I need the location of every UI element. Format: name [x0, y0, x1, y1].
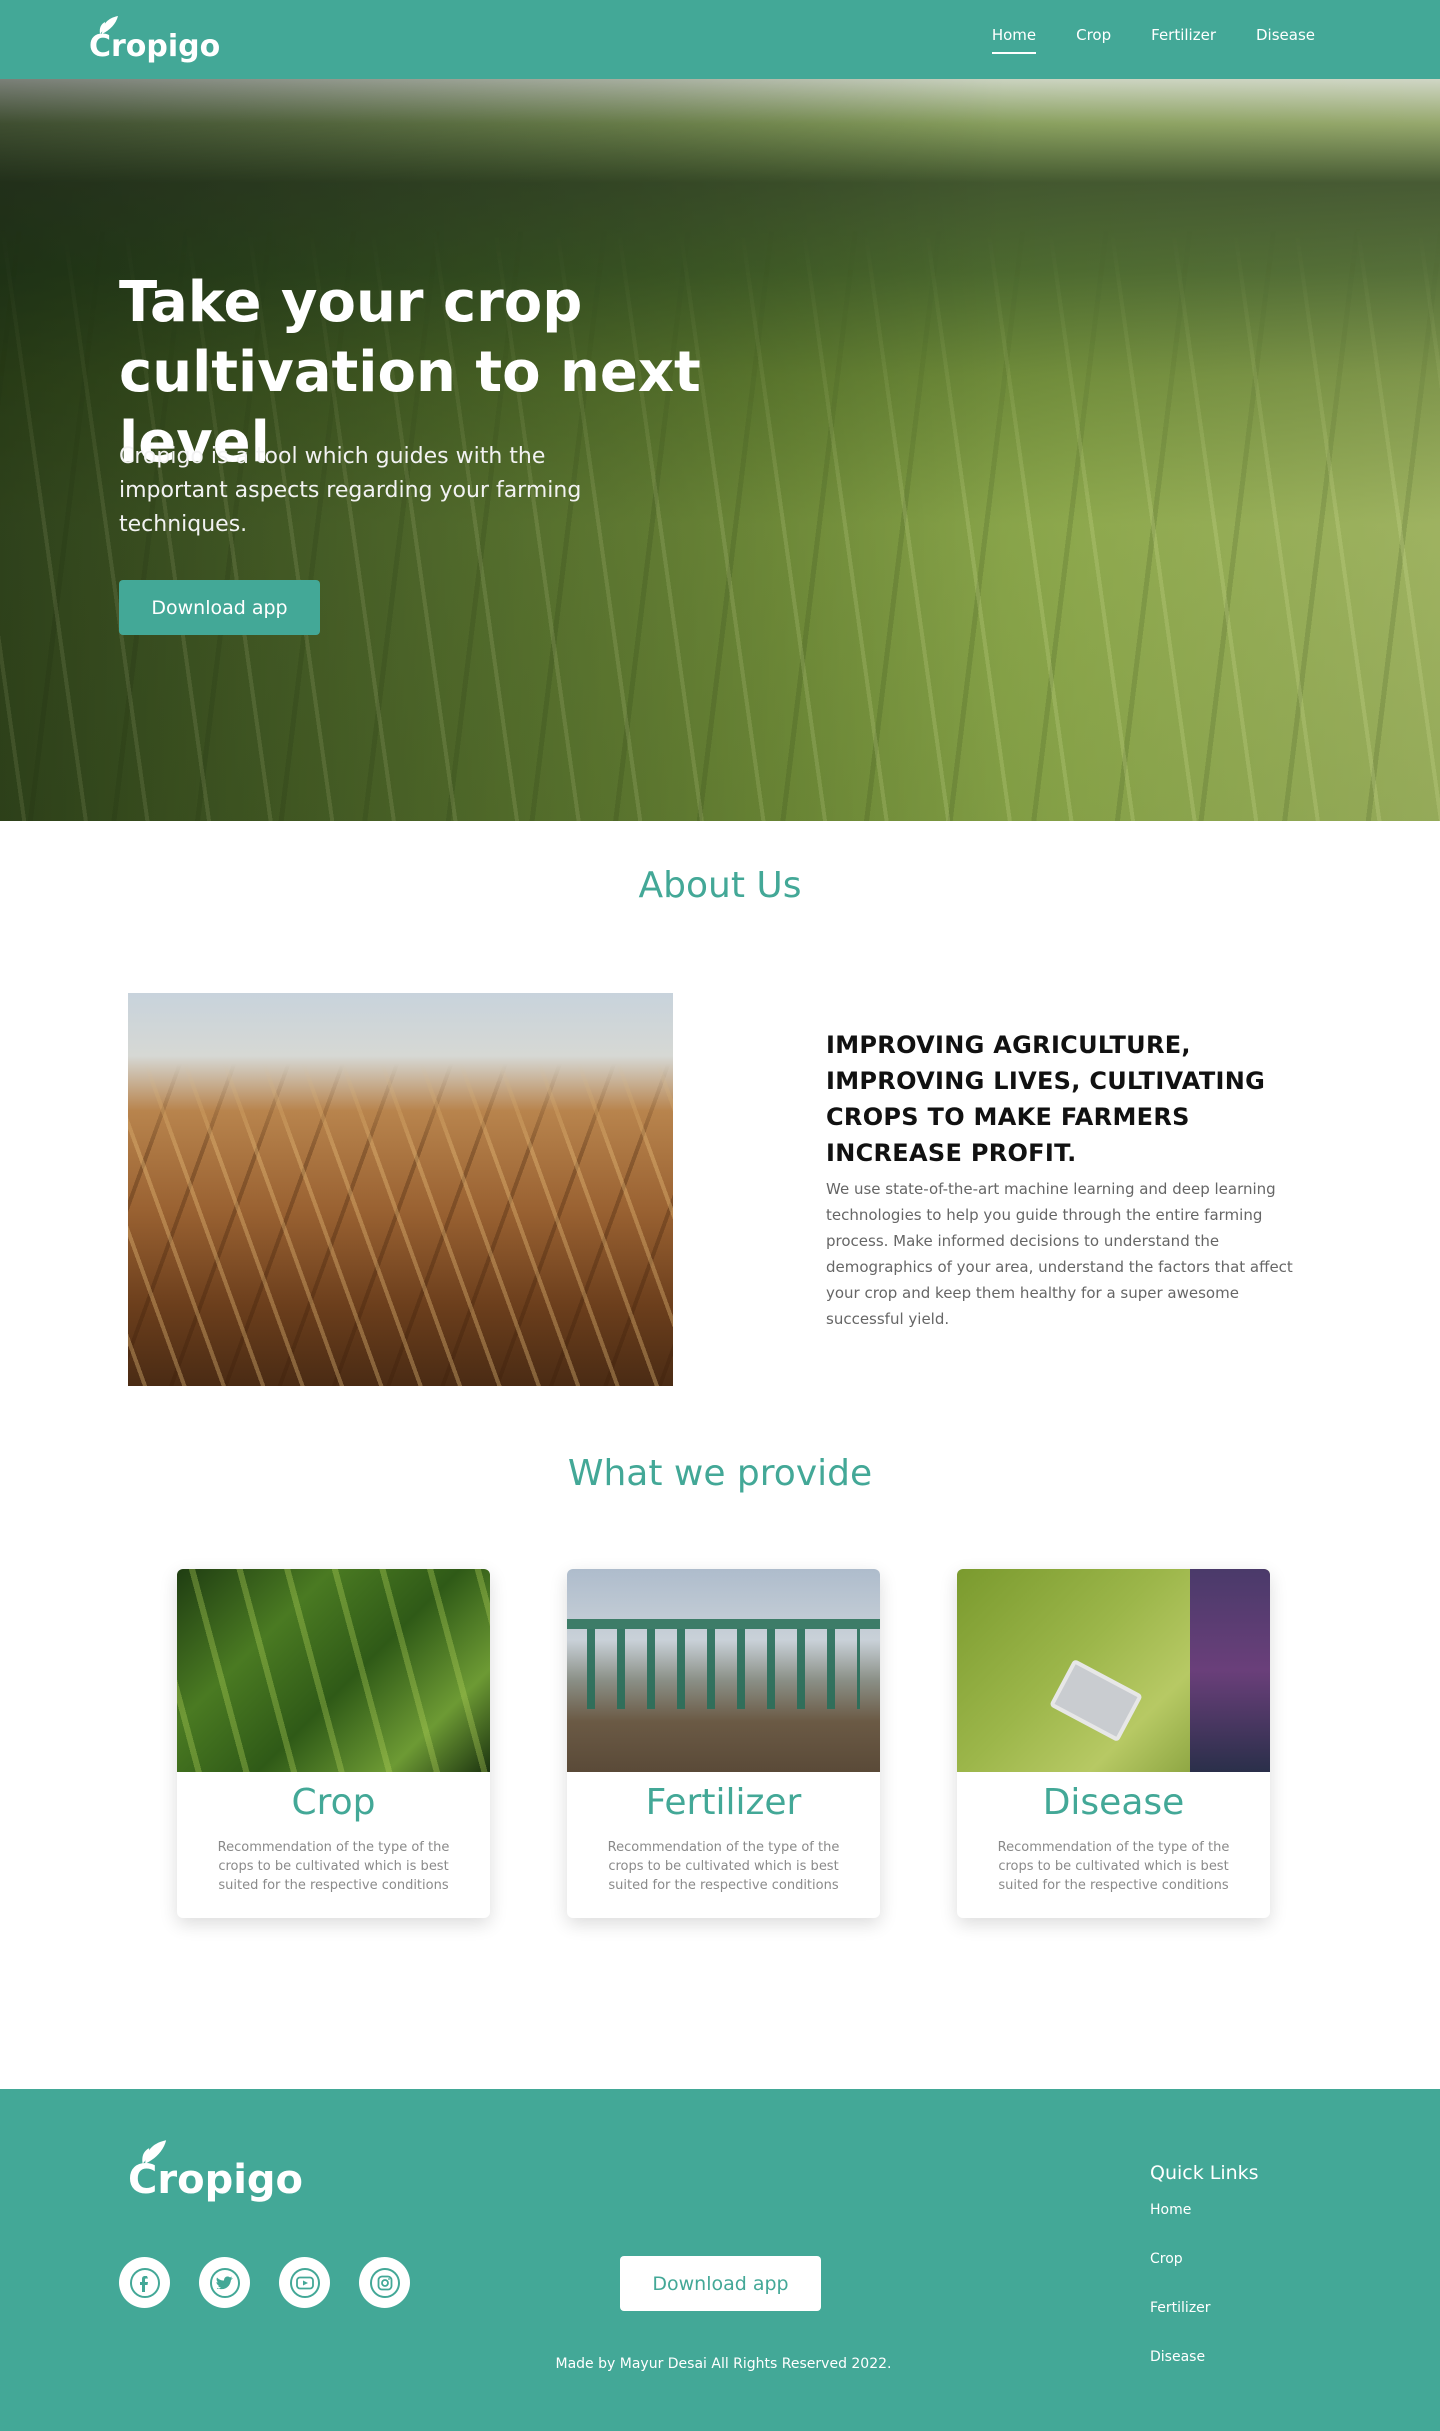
quick-links-title: Quick Links	[1150, 2162, 1259, 2184]
nav-item-crop[interactable]: Crop	[1056, 22, 1131, 54]
leaf-icon	[142, 2140, 167, 2164]
hero-download-app-button[interactable]: Download app	[119, 580, 320, 635]
instagram-link[interactable]	[359, 2257, 410, 2308]
twitter-icon	[209, 2267, 240, 2298]
service-card-disease[interactable]: Disease Recommendation of the type of th…	[957, 1569, 1270, 1918]
quick-link-disease[interactable]: Disease	[1150, 2349, 1259, 2398]
hero-subtitle: Cropigo is a tool which guides with the …	[119, 444, 582, 537]
leaf-icon	[99, 16, 118, 34]
twitter-link[interactable]	[199, 2257, 250, 2308]
wheat-field-image	[128, 993, 673, 1386]
about-heading: IMPROVING AGRICULTURE, IMPROVING LIVES, …	[826, 1031, 1266, 1167]
nav-item-fertilizer[interactable]: Fertilizer	[1131, 22, 1236, 54]
brand-logo[interactable]: Cropigo	[89, 16, 220, 64]
about-description: We use state-of-the-art machine learning…	[826, 1180, 1293, 1328]
hero-title-line-1: Take your crop	[119, 270, 583, 335]
youtube-link[interactable]	[279, 2257, 330, 2308]
card-description: Recommendation of the type of the crops …	[217, 1840, 450, 1893]
quick-link-crop[interactable]: Crop	[1150, 2251, 1259, 2300]
footer-download-app-button[interactable]: Download app	[620, 2256, 821, 2311]
nav-item-home[interactable]: Home	[972, 22, 1056, 54]
social-links	[119, 2257, 410, 2308]
nav-links: Home Crop Fertilizer Disease	[972, 22, 1335, 54]
hero-section: Take your crop cultivation to next level…	[0, 79, 1440, 821]
wheat-texture	[128, 993, 673, 1386]
footer-logo[interactable]: Cropigo	[128, 2140, 303, 2203]
quick-link-fertilizer[interactable]: Fertilizer	[1150, 2300, 1259, 2349]
card-title: Fertilizer	[645, 1782, 802, 1823]
service-card-fertilizer[interactable]: Fertilizer Recommendation of the type of…	[567, 1569, 880, 1918]
crop-image	[177, 1569, 490, 1772]
fertilizer-spreader-image	[567, 1569, 880, 1772]
card-title: Disease	[1042, 1782, 1185, 1823]
instagram-icon	[369, 2267, 400, 2298]
youtube-icon	[289, 2267, 320, 2298]
footer: Cropigo Download app Made by Mayur Desai…	[0, 2089, 1440, 2431]
card-title: Crop	[291, 1782, 376, 1823]
farmer-with-tablet-image	[957, 1569, 1270, 1772]
facebook-icon	[129, 2267, 160, 2298]
quick-links: Quick Links Home Crop Fertilizer Disease	[1150, 2162, 1259, 2398]
about-us-title: About Us	[638, 865, 802, 906]
service-card-crop[interactable]: Crop Recommendation of the type of the c…	[177, 1569, 490, 1918]
nav-item-disease[interactable]: Disease	[1236, 22, 1335, 54]
facebook-link[interactable]	[119, 2257, 170, 2308]
what-we-provide-title: What we provide	[567, 1453, 873, 1494]
card-description: Recommendation of the type of the crops …	[997, 1840, 1230, 1893]
card-description: Recommendation of the type of the crops …	[607, 1840, 840, 1893]
quick-link-home[interactable]: Home	[1150, 2202, 1259, 2251]
top-navbar: Cropigo Home Crop Fertilizer Disease	[0, 0, 1440, 79]
